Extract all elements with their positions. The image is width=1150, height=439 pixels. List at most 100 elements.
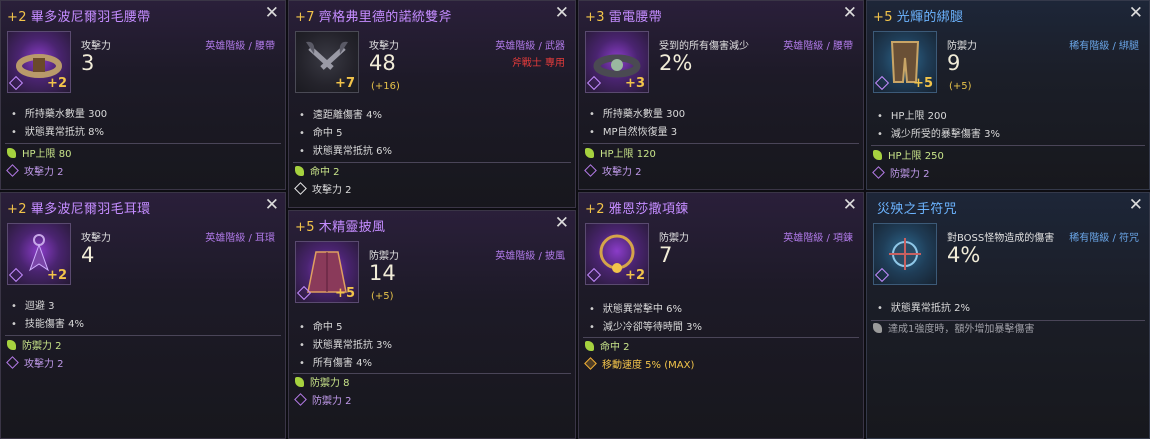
close-icon[interactable]: ✕ <box>555 3 569 23</box>
item-icon[interactable]: +2 <box>585 223 649 285</box>
property-line: 遠距離傷害 4% <box>299 107 569 125</box>
leaf-icon <box>585 341 594 351</box>
close-icon[interactable]: ✕ <box>265 3 279 23</box>
close-icon[interactable]: ✕ <box>843 195 857 215</box>
item-tooltip-card: +3雷電腰帶 ✕ +3 受到的所有傷害減少 英雄階級 / 腰帶 2% 所持藥水數… <box>578 0 864 190</box>
enhance-level: +7 <box>295 10 315 25</box>
item-properties: 所持藥水數量 300 MP自然恢復量 3 <box>589 106 857 142</box>
main-stat-value: 4 <box>81 243 95 267</box>
property-line: 技能傷害 4% <box>11 316 279 334</box>
bonus-list: HP上限 120 攻擊力 2 <box>584 146 857 182</box>
item-tooltip-card: +5木精靈披風 ✕ +5 防禦力 英雄階級 / 披風 14 (+5) 命中 5 … <box>288 210 576 439</box>
bonus-line: 防禦力 2 <box>294 393 569 411</box>
item-name: 木精靈披風 <box>318 220 386 235</box>
bonus-line: 命中 2 <box>585 339 857 357</box>
bonus-line: 防禦力 2 <box>7 338 279 356</box>
bonus-line: HP上限 120 <box>585 146 857 164</box>
item-name: 畢多波尼爾羽毛耳環 <box>30 202 151 217</box>
item-icon[interactable]: +5 <box>873 31 937 93</box>
item-title: +7 齊格弗里德的諾統雙斧 <box>295 6 452 25</box>
leaf-icon <box>585 148 594 158</box>
purple-diamond-icon <box>872 166 885 179</box>
bonus-text: 防禦力 2 <box>22 341 62 352</box>
item-title: +5 光輝的綁腿 <box>873 6 963 25</box>
divider <box>583 337 859 338</box>
item-properties: 狀態異常擊中 6% 減少冷卻等待時間 3% <box>589 301 857 337</box>
item-tooltip-card: +2畢多波尼爾羽毛耳環 ✕ +2 攻擊力 英雄階級 / 耳環 4 迴避 3 技能… <box>0 192 286 439</box>
enhance-level: +2 <box>585 202 605 217</box>
icon-enhance-level: +2 <box>47 268 67 283</box>
stat-bonus: (+5) <box>949 81 972 92</box>
main-stat-label: 攻擊力 <box>81 41 111 52</box>
item-icon[interactable]: +5 <box>295 241 359 303</box>
close-icon[interactable]: ✕ <box>555 213 569 233</box>
property-line: 命中 5 <box>299 125 569 143</box>
item-name: 畢多波尼爾羽毛腰帶 <box>30 10 151 25</box>
bonus-line: 攻擊力 2 <box>6 164 279 182</box>
enhance-level: +3 <box>585 10 605 25</box>
property-line: 所有傷害 4% <box>299 355 569 373</box>
item-tooltip-card: +5光輝的綁腿 ✕ +5 防禦力 稀有階級 / 綁腿 9 (+5) HP上限 2… <box>866 0 1150 190</box>
item-icon[interactable]: +3 <box>585 31 649 93</box>
bonus-list: 達成1強度時，額外增加暴擊傷害 <box>873 321 1143 339</box>
divider <box>293 162 571 163</box>
item-name: 災殃之手符咒 <box>877 202 957 217</box>
bonus-text: HP上限 250 <box>888 151 944 162</box>
leaf-icon <box>295 166 304 176</box>
item-properties: 命中 5 狀態異常抵抗 3% 所有傷害 4% <box>299 319 569 373</box>
close-icon[interactable]: ✕ <box>843 3 857 23</box>
icon-enhance-level: +2 <box>47 76 67 91</box>
leaf-icon <box>295 377 304 387</box>
item-name: 雷電腰帶 <box>608 10 662 25</box>
class-requirement: 斧戰士 專用 <box>511 58 565 69</box>
divider <box>871 145 1145 146</box>
bonus-text: 攻擊力 2 <box>24 359 64 370</box>
property-line: MP自然恢復量 3 <box>589 124 857 142</box>
divider <box>293 373 571 374</box>
bonus-list: 防禦力 8 防禦力 2 <box>294 375 569 411</box>
property-line: 狀態異常抵抗 6% <box>299 143 569 161</box>
tooltip-titlebar: +2 雅恩莎撒項鍊 ✕ <box>579 193 863 219</box>
item-icon[interactable]: +2 <box>7 223 71 285</box>
item-grade: 英雄階級 / 腰帶 <box>783 41 853 52</box>
divider <box>583 143 859 144</box>
bonus-text: 防禦力 2 <box>890 169 930 180</box>
bonus-line: 命中 2 <box>295 164 569 182</box>
bonus-text: 命中 2 <box>310 167 340 178</box>
bonus-text: 移動速度 5% (MAX) <box>602 360 695 371</box>
close-icon[interactable]: ✕ <box>265 195 279 215</box>
item-icon[interactable]: +7 <box>295 31 359 93</box>
bonus-list: 防禦力 2 攻擊力 2 <box>6 338 279 374</box>
bonus-line: 移動速度 5% (MAX) <box>584 357 857 375</box>
bonus-line: 防禦力 2 <box>872 166 1143 184</box>
main-stat-value: 4% <box>947 243 981 267</box>
item-title: +2 畢多波尼爾羽毛腰帶 <box>7 6 150 25</box>
bonus-list: HP上限 250 防禦力 2 <box>872 148 1143 184</box>
item-tooltip-card: 災殃之手符咒 ✕ 對BOSS怪物造成的傷害 稀有階級 / 符咒 4% 狀態異常抵… <box>866 192 1150 439</box>
item-grade: 英雄階級 / 耳環 <box>205 233 275 244</box>
bonus-text: 攻擊力 2 <box>24 167 64 178</box>
purple-diamond-icon <box>6 164 19 177</box>
item-title: +3 雷電腰帶 <box>585 6 662 25</box>
item-icon[interactable] <box>873 223 937 285</box>
item-icon[interactable]: +2 <box>7 31 71 93</box>
stat-bonus: (+16) <box>371 81 400 92</box>
icon-enhance-level: +5 <box>335 286 355 301</box>
icon-enhance-level: +7 <box>335 76 355 91</box>
item-grade: 稀有階級 / 綁腿 <box>1069 41 1139 52</box>
enhance-level: +5 <box>295 220 315 235</box>
main-stat-label: 對BOSS怪物造成的傷害 <box>947 233 1055 244</box>
bonus-text: HP上限 120 <box>600 149 656 160</box>
item-grade: 英雄階級 / 披風 <box>495 251 565 262</box>
property-line: 減少冷卻等待時間 3% <box>589 319 857 337</box>
main-stat-value: 2% <box>659 51 693 75</box>
purple-diamond-icon <box>6 356 19 369</box>
close-icon[interactable]: ✕ <box>1129 3 1143 23</box>
main-stat-label: 防禦力 <box>659 233 689 244</box>
property-line: HP上限 200 <box>877 108 1143 126</box>
tooltip-titlebar: +2 畢多波尼爾羽毛耳環 ✕ <box>1 193 285 219</box>
close-icon[interactable]: ✕ <box>1129 195 1143 215</box>
property-line: 狀態異常抵抗 8% <box>11 124 279 142</box>
item-properties: 狀態異常抵抗 2% <box>877 300 1143 318</box>
item-grade: 英雄階級 / 腰帶 <box>205 41 275 52</box>
